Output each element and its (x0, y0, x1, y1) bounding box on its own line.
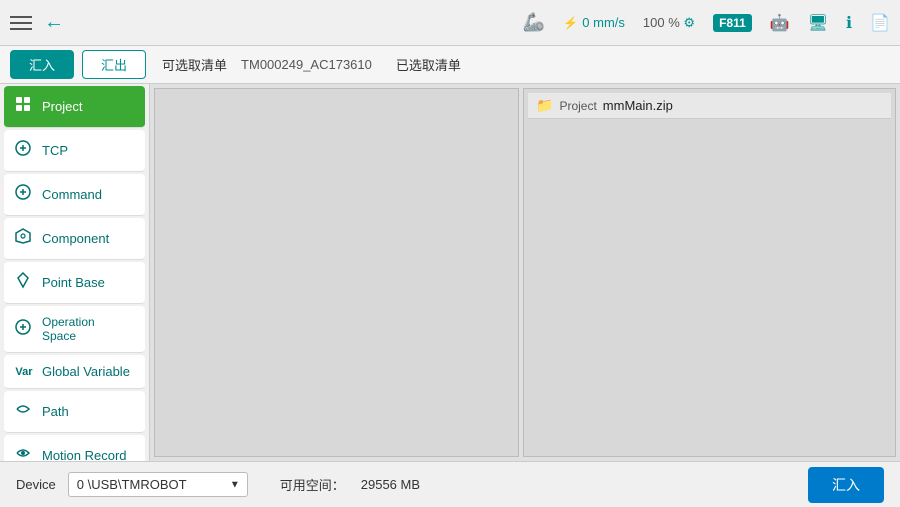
selected-panel: 📁 Project mmMain.zip (523, 88, 896, 457)
sidebar-label-global-variable: Global Variable (42, 364, 135, 379)
sidebar-item-point-base[interactable]: Point Base (4, 262, 145, 304)
sidebar-item-tcp[interactable]: TCP (4, 130, 145, 172)
sidebar-item-global-variable[interactable]: Var Global Variable (4, 355, 145, 389)
sidebar-label-tcp: TCP (42, 143, 135, 158)
global-variable-icon: Var (14, 366, 34, 378)
folder-icon: 📁 (536, 97, 553, 114)
sidebar-item-command[interactable]: Command (4, 174, 145, 216)
component-icon (14, 227, 34, 250)
sidebar: Project TCP Command (0, 84, 150, 461)
f811-badge: F811 (713, 14, 752, 32)
motion-record-icon (14, 444, 34, 461)
import-tab-button[interactable]: 汇入 (10, 50, 74, 79)
device-select[interactable]: 0 \USB\TMROBOT (68, 472, 248, 497)
project-icon (14, 95, 34, 118)
sidebar-item-component[interactable]: Component (4, 218, 145, 260)
topbar: ← 🦾 ⚡ 0 mm/s 100 % ⚙ F811 🤖 🖥 ℹ 📄 (0, 0, 900, 46)
button-row: 汇入 汇出 可选取清单 TM000249_AC173610 已选取清单 (0, 46, 900, 84)
sidebar-item-project[interactable]: Project (4, 86, 145, 128)
sidebar-item-path[interactable]: Path (4, 391, 145, 433)
sidebar-label-motion-record: Motion Record (42, 448, 135, 461)
available-list-label: 可选取清单 (162, 55, 227, 74)
sidebar-label-project: Project (42, 99, 135, 114)
free-space-label: 可用空间： (280, 475, 345, 494)
file-item: 📁 Project mmMain.zip (528, 93, 891, 119)
speed-value: 0 mm/s (582, 15, 625, 30)
robot-icon[interactable]: 🤖 (770, 13, 790, 33)
device-id-label: TM000249_AC173610 (241, 57, 372, 72)
speed-icon: ⚡ (563, 16, 578, 30)
path-icon (14, 400, 34, 423)
back-icon[interactable]: ← (44, 11, 64, 34)
device-select-wrapper: 0 \USB\TMROBOT ▼ (68, 472, 248, 497)
available-panel (154, 88, 519, 457)
sidebar-item-operation-space[interactable]: OperationSpace (4, 306, 145, 353)
doc-icon[interactable]: 📄 (870, 13, 890, 33)
sidebar-label-path: Path (42, 404, 135, 419)
display-icon[interactable]: 🖥 (808, 13, 828, 33)
tcp-icon (14, 139, 34, 162)
info-icon[interactable]: ℹ (846, 13, 852, 33)
sidebar-label-point-base: Point Base (42, 275, 135, 290)
sidebar-label-operation-space: OperationSpace (42, 315, 135, 343)
import-main-button[interactable]: 汇入 (808, 467, 884, 503)
device-label: Device (16, 477, 56, 492)
file-category: Project (559, 99, 596, 113)
sidebar-label-command: Command (42, 187, 135, 202)
percent-display: 100 % ⚙ (643, 15, 695, 31)
command-icon (14, 183, 34, 206)
selected-list-label: 已选取清单 (396, 55, 461, 74)
percent-value: 100 % (643, 15, 680, 30)
menu-icon[interactable] (10, 16, 32, 30)
free-space-value: 29556 MB (361, 477, 420, 492)
sidebar-label-component: Component (42, 231, 135, 246)
main-layout: Project TCP Command (0, 84, 900, 461)
sidebar-item-motion-record[interactable]: Motion Record (4, 435, 145, 461)
robot-arm-icon: 🦾 (523, 12, 545, 33)
speed-display: ⚡ 0 mm/s (563, 15, 625, 30)
settings-icon: ⚙ (683, 15, 695, 30)
content-area: 📁 Project mmMain.zip (150, 84, 900, 461)
point-base-icon (14, 271, 34, 294)
operation-space-icon (14, 318, 34, 341)
export-tab-button[interactable]: 汇出 (82, 50, 146, 79)
bottom-bar: Device 0 \USB\TMROBOT ▼ 可用空间： 29556 MB 汇… (0, 461, 900, 507)
file-name: mmMain.zip (603, 98, 673, 113)
